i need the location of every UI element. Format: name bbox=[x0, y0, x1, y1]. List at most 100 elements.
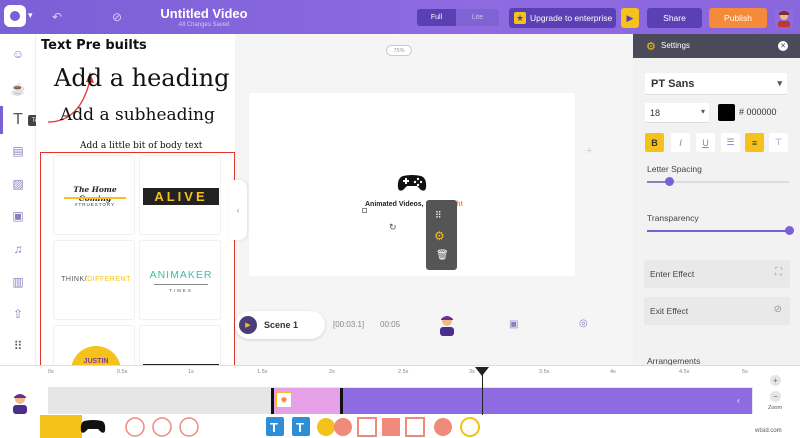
tick-label: 3.5s bbox=[539, 369, 550, 375]
zoom-level[interactable]: 75% bbox=[386, 45, 412, 56]
template-think-different[interactable]: THINK/DIFFERENT bbox=[53, 240, 135, 320]
bold-button[interactable]: B bbox=[645, 133, 664, 152]
template-text: JUSTIN bbox=[83, 358, 109, 365]
effects-icon[interactable]: ▥ bbox=[9, 273, 27, 291]
transparency-track[interactable] bbox=[647, 230, 791, 232]
share-button[interactable]: Share bbox=[647, 8, 702, 28]
zoom-label: Zoom bbox=[768, 405, 783, 411]
transparency-slider[interactable] bbox=[785, 226, 794, 235]
tick-label: 2.5s bbox=[398, 369, 409, 375]
resize-handle[interactable] bbox=[362, 208, 367, 213]
upload-icon[interactable]: ⇧ bbox=[9, 305, 27, 323]
video-title[interactable]: Untitled Video bbox=[150, 6, 258, 21]
mode-full-option[interactable]: Full bbox=[417, 9, 456, 26]
text-color-swatch[interactable] bbox=[718, 104, 735, 121]
template-animaker-times[interactable]: ANIMAKER TIMES bbox=[139, 240, 221, 320]
tick-label: 4s bbox=[610, 369, 616, 375]
asset-circle-outline bbox=[152, 417, 172, 437]
list-button[interactable]: ☰ bbox=[721, 133, 740, 152]
upgrade-label: Upgrade to enterprise bbox=[530, 13, 613, 23]
template-alive[interactable]: ALIVE bbox=[139, 155, 221, 235]
asset-strip: T T bbox=[40, 415, 480, 438]
add-scene-icon[interactable]: + bbox=[586, 145, 592, 157]
gear-icon[interactable]: ⚙ bbox=[434, 229, 445, 243]
template-subtext: #TRUESTORY bbox=[74, 202, 116, 207]
enter-effect-label: Enter Effect bbox=[650, 269, 695, 279]
asset-circle-fill bbox=[434, 418, 452, 436]
asset-circle-fill bbox=[334, 418, 352, 436]
app-logo[interactable] bbox=[4, 5, 26, 27]
add-body-text-item[interactable]: Add a little bit of body text bbox=[80, 141, 202, 151]
font-family-select[interactable]: PT Sans ▾ bbox=[645, 73, 787, 95]
text-color-hex[interactable]: # 000000 bbox=[739, 107, 777, 117]
mode-toggle[interactable]: Full Lite bbox=[417, 9, 499, 26]
video-icon[interactable]: ▣ bbox=[9, 207, 27, 225]
tick-label: 0s bbox=[48, 369, 54, 375]
image-icon[interactable]: ▨ bbox=[9, 175, 27, 193]
tick-label: 3s bbox=[469, 369, 475, 375]
scene-duration[interactable]: 00:05 bbox=[380, 320, 400, 329]
exit-effect-label: Exit Effect bbox=[650, 306, 689, 316]
props-icon[interactable]: ☕ bbox=[9, 80, 27, 98]
collapse-panel-handle[interactable]: ‹ bbox=[229, 180, 247, 240]
transparency-label: Transparency bbox=[647, 213, 699, 223]
asset-circle-fill bbox=[317, 418, 335, 436]
exit-effect-button[interactable]: Exit Effect ⊘ bbox=[644, 297, 790, 325]
close-icon[interactable]: ✕ bbox=[778, 41, 788, 51]
gamepad-icon[interactable] bbox=[397, 173, 427, 193]
preview-play-button[interactable]: ▶ bbox=[621, 8, 639, 28]
timeline-clip-main[interactable] bbox=[340, 388, 752, 414]
mode-lite-option[interactable]: Lite bbox=[456, 9, 499, 26]
rotate-icon[interactable]: ↻ bbox=[389, 222, 397, 233]
align-middle-button[interactable]: ⊤ bbox=[769, 133, 788, 152]
add-heading-item[interactable]: Add a heading bbox=[54, 64, 229, 92]
music-icon[interactable]: ♫ bbox=[9, 240, 27, 258]
playhead-handle[interactable] bbox=[475, 367, 489, 376]
more-icon[interactable]: ⠿ bbox=[9, 337, 27, 355]
settings-gear-icon: ⚙ bbox=[646, 41, 656, 53]
user-avatar[interactable] bbox=[775, 9, 793, 27]
zoom-out-button[interactable]: − bbox=[770, 391, 781, 402]
layers-icon[interactable]: ⠿ bbox=[435, 210, 442, 221]
library-title: Text Pre builts bbox=[41, 38, 147, 53]
letter-spacing-label: Letter Spacing bbox=[647, 164, 702, 174]
italic-button[interactable]: I bbox=[671, 133, 690, 152]
focus-icon[interactable]: ◎ bbox=[579, 318, 588, 329]
tick-label: 1s bbox=[188, 369, 194, 375]
watermark-text: wtsid.com bbox=[755, 428, 782, 434]
svg-text:T: T bbox=[270, 420, 278, 435]
add-subheading-item[interactable]: Add a subheading bbox=[60, 105, 215, 125]
background-icon[interactable]: ▤ bbox=[9, 142, 27, 160]
character-icon[interactable] bbox=[437, 314, 457, 336]
track-character-icon[interactable] bbox=[10, 392, 30, 414]
template-justin[interactable]: JUSTIN bbox=[53, 325, 135, 365]
element-context-toolbar: ⠿ ⚙ 🗑 bbox=[426, 200, 457, 270]
redo-icon[interactable]: ⊘ bbox=[112, 10, 122, 24]
scene-play-button[interactable]: ▶ bbox=[239, 316, 257, 334]
text-icon[interactable]: T bbox=[9, 111, 27, 129]
underline-button[interactable]: U bbox=[696, 133, 715, 152]
asset-square-outline bbox=[405, 417, 425, 437]
align-center-button[interactable]: ≡ bbox=[745, 133, 764, 152]
template-text: ALIVE bbox=[143, 188, 219, 205]
undo-icon[interactable]: ↶ bbox=[52, 10, 62, 24]
asset-square-outline bbox=[357, 417, 377, 437]
chevron-left-icon[interactable]: ‹ bbox=[737, 396, 740, 405]
template-subtext: TIMES bbox=[169, 288, 193, 293]
upgrade-button[interactable]: ★ Upgrade to enterprise bbox=[509, 8, 616, 28]
trash-icon[interactable]: 🗑 bbox=[436, 250, 449, 261]
chevron-down-icon[interactable]: ▾ bbox=[28, 10, 33, 21]
no-effect-icon: ⊘ bbox=[773, 304, 782, 315]
zoom-in-button[interactable]: + bbox=[770, 375, 781, 386]
letter-spacing-slider[interactable] bbox=[665, 177, 674, 186]
template-dark-banner[interactable] bbox=[139, 325, 221, 365]
tick-label: 0.5s bbox=[117, 369, 128, 375]
screen-icon[interactable]: ▣ bbox=[509, 319, 518, 330]
asset-square-fill bbox=[382, 418, 400, 436]
asset-gamepad-icon bbox=[80, 420, 106, 433]
character-icon[interactable]: ☺ bbox=[9, 45, 27, 63]
font-size-select[interactable]: 18 ▾ bbox=[645, 103, 709, 123]
enter-effect-button[interactable]: Enter Effect ⛶ bbox=[644, 260, 790, 288]
publish-button[interactable]: Publish bbox=[709, 8, 767, 28]
template-homecoming[interactable]: The Home Coming #TRUESTORY bbox=[53, 155, 135, 235]
